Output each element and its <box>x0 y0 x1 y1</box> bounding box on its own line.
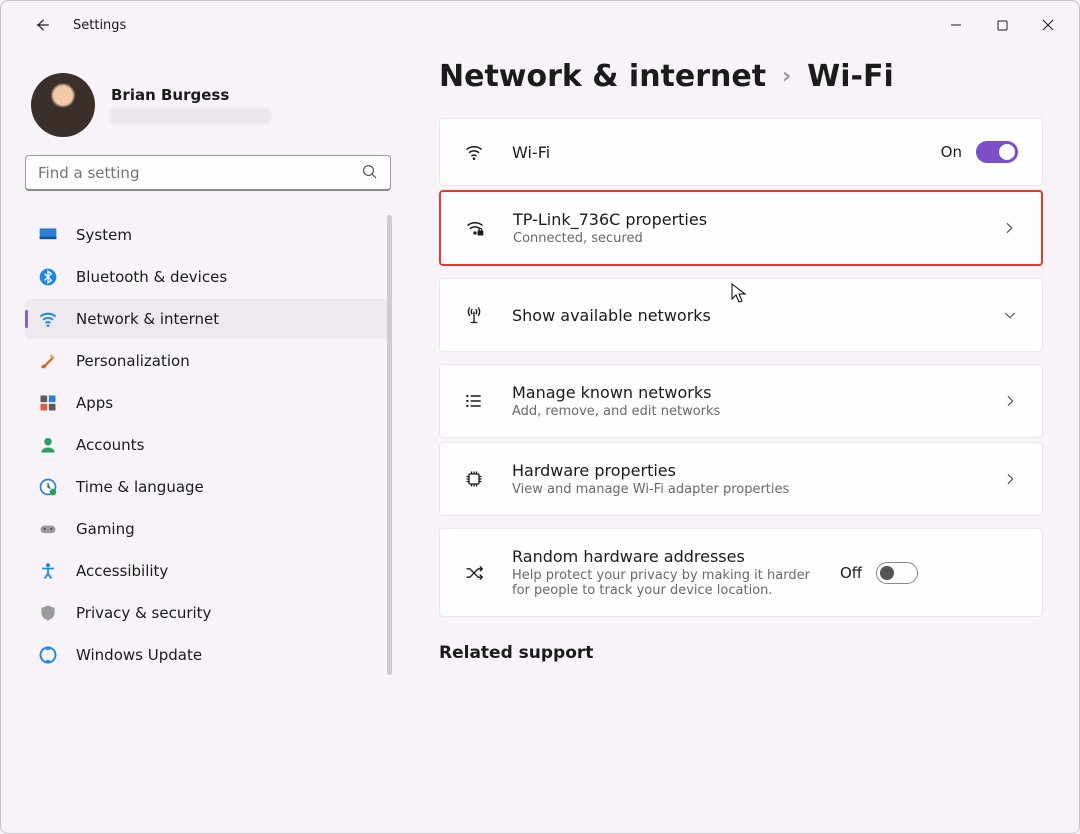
hardware-properties-card[interactable]: Hardware properties View and manage Wi-F… <box>439 442 1043 516</box>
wifi-secured-icon <box>465 218 485 238</box>
wifi-state-label: On <box>941 143 962 161</box>
card-title: Hardware properties <box>512 461 974 480</box>
paintbrush-icon <box>38 351 58 371</box>
sidebar-item-label: Personalization <box>76 352 190 370</box>
avatar <box>31 73 95 137</box>
card-title: TP-Link_736C properties <box>513 210 973 229</box>
card-subtitle: Connected, secured <box>513 231 973 246</box>
network-properties-card[interactable]: TP-Link_736C properties Connected, secur… <box>439 190 1043 266</box>
related-support-heading: Related support <box>439 643 1043 663</box>
profile-block[interactable]: Brian Burgess <box>25 49 391 155</box>
apps-icon <box>38 393 58 413</box>
sidebar-item-label: Privacy & security <box>76 604 211 622</box>
random-mac-card[interactable]: Random hardware addresses Help protect y… <box>439 528 1043 617</box>
wifi-icon <box>464 142 484 162</box>
wifi-toggle[interactable] <box>976 141 1018 163</box>
clock-icon <box>38 477 58 497</box>
titlebar: Settings <box>1 1 1079 49</box>
app-title: Settings <box>73 18 126 33</box>
wifi-toggle-card[interactable]: Wi-Fi On <box>439 118 1043 186</box>
chevron-right-icon <box>1001 220 1017 236</box>
accessibility-icon <box>38 561 58 581</box>
sidebar-item-network[interactable]: Network & internet <box>25 299 391 339</box>
breadcrumb-parent[interactable]: Network & internet <box>439 59 766 94</box>
sidebar-scrollbar[interactable] <box>387 215 392 675</box>
sidebar-item-accessibility[interactable]: Accessibility <box>25 551 391 591</box>
bluetooth-icon <box>38 267 58 287</box>
antenna-icon <box>464 305 484 325</box>
back-arrow-icon <box>33 16 51 34</box>
card-title: Manage known networks <box>512 383 974 402</box>
search-wrap <box>25 155 391 191</box>
sidebar-item-update[interactable]: Windows Update <box>25 635 391 675</box>
sidebar-item-label: Time & language <box>76 478 204 496</box>
email-masked <box>111 108 271 124</box>
sidebar-item-system[interactable]: System <box>25 215 391 255</box>
sidebar-item-label: Apps <box>76 394 113 412</box>
main-content: Network & internet › Wi-Fi Wi-Fi On TP- <box>405 49 1079 833</box>
search-input[interactable] <box>25 155 391 191</box>
chevron-right-icon: › <box>782 64 791 89</box>
sidebar-item-label: Accessibility <box>76 562 168 580</box>
sidebar-item-label: Network & internet <box>76 310 219 328</box>
close-icon <box>1042 19 1054 31</box>
sidebar-item-bluetooth[interactable]: Bluetooth & devices <box>25 257 391 297</box>
maximize-button[interactable] <box>979 5 1025 45</box>
chevron-down-icon <box>1002 307 1018 323</box>
person-icon <box>38 435 58 455</box>
chevron-right-icon <box>1002 393 1018 409</box>
shuffle-icon <box>464 563 484 583</box>
back-button[interactable] <box>25 8 59 42</box>
known-networks-card[interactable]: Manage known networks Add, remove, and e… <box>439 364 1043 438</box>
sidebar-item-label: Accounts <box>76 436 144 454</box>
sidebar-item-personalization[interactable]: Personalization <box>25 341 391 381</box>
username: Brian Burgess <box>111 86 271 104</box>
card-subtitle: View and manage Wi-Fi adapter properties <box>512 482 974 497</box>
maximize-icon <box>997 20 1008 31</box>
card-title: Wi-Fi <box>512 143 913 162</box>
update-icon <box>38 645 58 665</box>
shield-icon <box>38 603 58 623</box>
sidebar-item-label: System <box>76 226 132 244</box>
nav-list: System Bluetooth & devices Network & int… <box>25 215 391 675</box>
sidebar-item-label: Bluetooth & devices <box>76 268 227 286</box>
minimize-icon <box>950 19 962 31</box>
card-subtitle: Add, remove, and edit networks <box>512 404 974 419</box>
card-title: Show available networks <box>512 306 974 325</box>
sidebar: Brian Burgess System Bluetooth & devices <box>25 49 405 833</box>
wifi-icon <box>38 309 58 329</box>
sidebar-item-privacy[interactable]: Privacy & security <box>25 593 391 633</box>
random-mac-toggle[interactable] <box>876 562 918 584</box>
sidebar-item-gaming[interactable]: Gaming <box>25 509 391 549</box>
card-title: Random hardware addresses <box>512 547 812 566</box>
available-networks-card[interactable]: Show available networks <box>439 278 1043 352</box>
close-button[interactable] <box>1025 5 1071 45</box>
chip-icon <box>464 469 484 489</box>
breadcrumb-current: Wi-Fi <box>807 59 894 94</box>
sidebar-item-label: Windows Update <box>76 646 202 664</box>
gamepad-icon <box>38 519 58 539</box>
search-icon <box>361 163 379 181</box>
breadcrumb: Network & internet › Wi-Fi <box>439 59 1043 94</box>
sidebar-item-label: Gaming <box>76 520 135 538</box>
chevron-right-icon <box>1002 471 1018 487</box>
card-subtitle: Help protect your privacy by making it h… <box>512 568 812 598</box>
sidebar-item-apps[interactable]: Apps <box>25 383 391 423</box>
monitor-icon <box>38 225 58 245</box>
random-mac-state-label: Off <box>840 564 862 582</box>
minimize-button[interactable] <box>933 5 979 45</box>
sidebar-item-time[interactable]: Time & language <box>25 467 391 507</box>
sidebar-item-accounts[interactable]: Accounts <box>25 425 391 465</box>
list-icon <box>464 391 484 411</box>
